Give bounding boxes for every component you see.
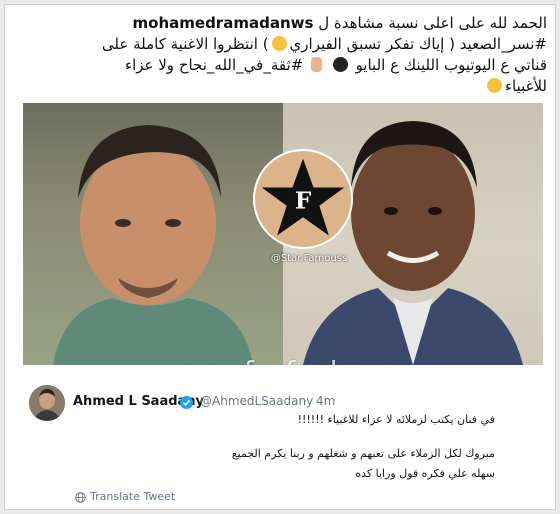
caption-hashtag-text[interactable]: #نسر_الصعيد ( إياك تفكر تسبق الفيراري <box>290 35 547 53</box>
caption-text-3a: قناتي ع اليوتيوب اللينك ع البايو <box>355 56 547 74</box>
post-username[interactable]: mohamedramadanws <box>133 14 314 32</box>
screenshot-frame: الحمد لله على اعلى نسبة مشاهدة ل mohamed… <box>4 4 556 510</box>
photo-left-person <box>23 103 283 365</box>
post-image[interactable]: F @Star.Famouss <box>23 103 543 365</box>
tongue-face-emoji-icon <box>486 78 502 93</box>
left-portrait-illustration <box>53 125 253 365</box>
caption-text-2: ) انتظروا الاغنية كاملة على <box>101 35 269 53</box>
caption-line-2: #نسر_الصعيد ( إياك تفكر تسبق الفيراري ) ا… <box>21 34 547 55</box>
caption-text-4: للأغبياء <box>504 77 547 95</box>
logo-letter: F <box>295 188 312 215</box>
star-famous-logo: F <box>253 149 353 249</box>
tweet-text-line-2: مبروك لكل الزملاء على تعبهم و شغلهم و رب… <box>231 447 495 460</box>
bomb-emoji-icon <box>332 57 348 72</box>
pointing-hand-emoji-icon <box>311 57 322 72</box>
translate-tweet-link[interactable]: Translate Tweet <box>90 490 175 503</box>
tweet-separator: · <box>303 394 307 408</box>
winking-face-emoji-icon <box>271 36 287 51</box>
avatar[interactable] <box>29 385 65 421</box>
globe-icon <box>75 492 86 503</box>
caption-line-1: الحمد لله على اعلى نسبة مشاهدة ل mohamed… <box>21 13 547 34</box>
tweet-author-handle[interactable]: @AhmedLSaadany <box>200 394 313 408</box>
verified-badge-icon <box>180 396 193 409</box>
tweet-timestamp[interactable]: 4m <box>316 394 335 408</box>
avatar-illustration <box>29 385 65 421</box>
post-caption: الحمد لله على اعلى نسبة مشاهدة ل mohamed… <box>21 13 547 97</box>
caption-line-4: للأغبياء <box>21 76 547 97</box>
star-logo-icon: F <box>261 158 345 236</box>
caption-text-3b[interactable]: #ثقة_في_الله_نجاح ولا عزاء <box>125 56 303 74</box>
embedded-tweet[interactable]: Ahmed L Saadany @AhmedLSaadany · 4m في ف… <box>23 365 543 505</box>
caption-text-1: الحمد لله على اعلى نسبة مشاهدة ل <box>318 14 547 32</box>
caption-line-3: قناتي ع اليوتيوب اللينك ع البايو #ثقة_في… <box>21 55 547 76</box>
tweet-text-line-3: سهله علي فكره قول ورايا كده <box>355 467 495 480</box>
logo-handle-text: @Star.Famouss <box>270 253 348 264</box>
tweet-text-line-1: في فنان يكتب لزملائه لا عزاء للاغبياء !!… <box>297 413 495 426</box>
